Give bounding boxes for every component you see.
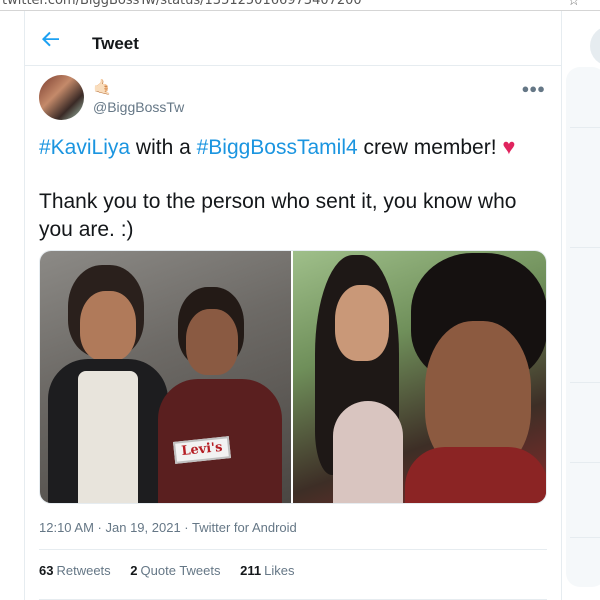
tweet-date[interactable]: Jan 19, 2021 (106, 520, 181, 535)
tweet-text: #KaviLiya with a #BiggBossTamil4 crew me… (39, 133, 539, 244)
person-face (335, 285, 389, 361)
divider (570, 382, 600, 383)
author-handle[interactable]: @BiggBossTw (93, 99, 184, 115)
quote-tweets-stat[interactable]: 2 Quote Tweets (130, 563, 220, 578)
person-body (333, 401, 403, 503)
left-gutter (0, 11, 24, 600)
quotes-count: 2 (130, 563, 138, 578)
divider (39, 549, 547, 550)
tweet-text-segment: crew member! (357, 136, 503, 159)
hashtag-link[interactable]: #KaviLiya (39, 136, 130, 159)
tweet-text-segment: with a (130, 136, 197, 159)
arrow-left-icon[interactable] (39, 27, 63, 51)
sidebar-search-icon[interactable] (590, 26, 600, 66)
tweet-meta: 12:10 AM · Jan 19, 2021 · Twitter for An… (39, 520, 297, 535)
photo-left[interactable]: Levi's (40, 251, 291, 503)
person-body (405, 447, 546, 503)
divider (570, 247, 600, 248)
photo-right[interactable] (293, 251, 546, 503)
right-sidebar (562, 11, 600, 600)
author-display-name[interactable]: 🤙🏻 (93, 78, 112, 96)
tweet-source[interactable]: Twitter for Android (192, 520, 297, 535)
retweets-label: Retweets (56, 563, 111, 578)
meta-separator: · (180, 520, 193, 535)
quotes-label: Quote Tweets (140, 563, 221, 578)
tweet-column: Tweet 🤙🏻 @BiggBossTw ●●● #KaviLiya with … (24, 11, 562, 600)
person-shirt (78, 371, 138, 503)
retweets-stat[interactable]: 63 Retweets (39, 563, 111, 578)
divider (570, 127, 600, 128)
likes-count: 211 (240, 563, 262, 578)
tweet-text-line: Thank you to the person who sent it, you… (39, 190, 517, 241)
person-face (80, 291, 136, 361)
tweet-header: Tweet (25, 11, 561, 66)
more-icon[interactable]: ●●● (521, 81, 545, 96)
bookmark-star-icon[interactable]: ☆ (567, 0, 580, 9)
meta-separator: · (93, 520, 106, 535)
divider (570, 462, 600, 463)
avatar[interactable] (39, 75, 84, 120)
sidebar-panel (566, 67, 600, 587)
likes-stat[interactable]: 211 Likes (240, 563, 294, 578)
browser-address-bar[interactable]: twitter.com/BiggBossTw/status/1351250166… (0, 0, 600, 11)
tweet-media[interactable]: Levi's (39, 250, 547, 504)
url-text[interactable]: twitter.com/BiggBossTw/status/1351250166… (2, 0, 362, 8)
person-face (186, 309, 238, 375)
likes-label: Likes (264, 563, 295, 578)
divider (570, 537, 600, 538)
tweet-time[interactable]: 12:10 AM (39, 520, 94, 535)
tweet-stats: 63 Retweets 2 Quote Tweets 211 Likes (39, 563, 310, 578)
heart-emoji: ♥ (502, 134, 516, 159)
retweets-count: 63 (39, 563, 54, 578)
hashtag-link[interactable]: #BiggBossTamil4 (197, 136, 358, 159)
page-title: Tweet (92, 34, 139, 53)
